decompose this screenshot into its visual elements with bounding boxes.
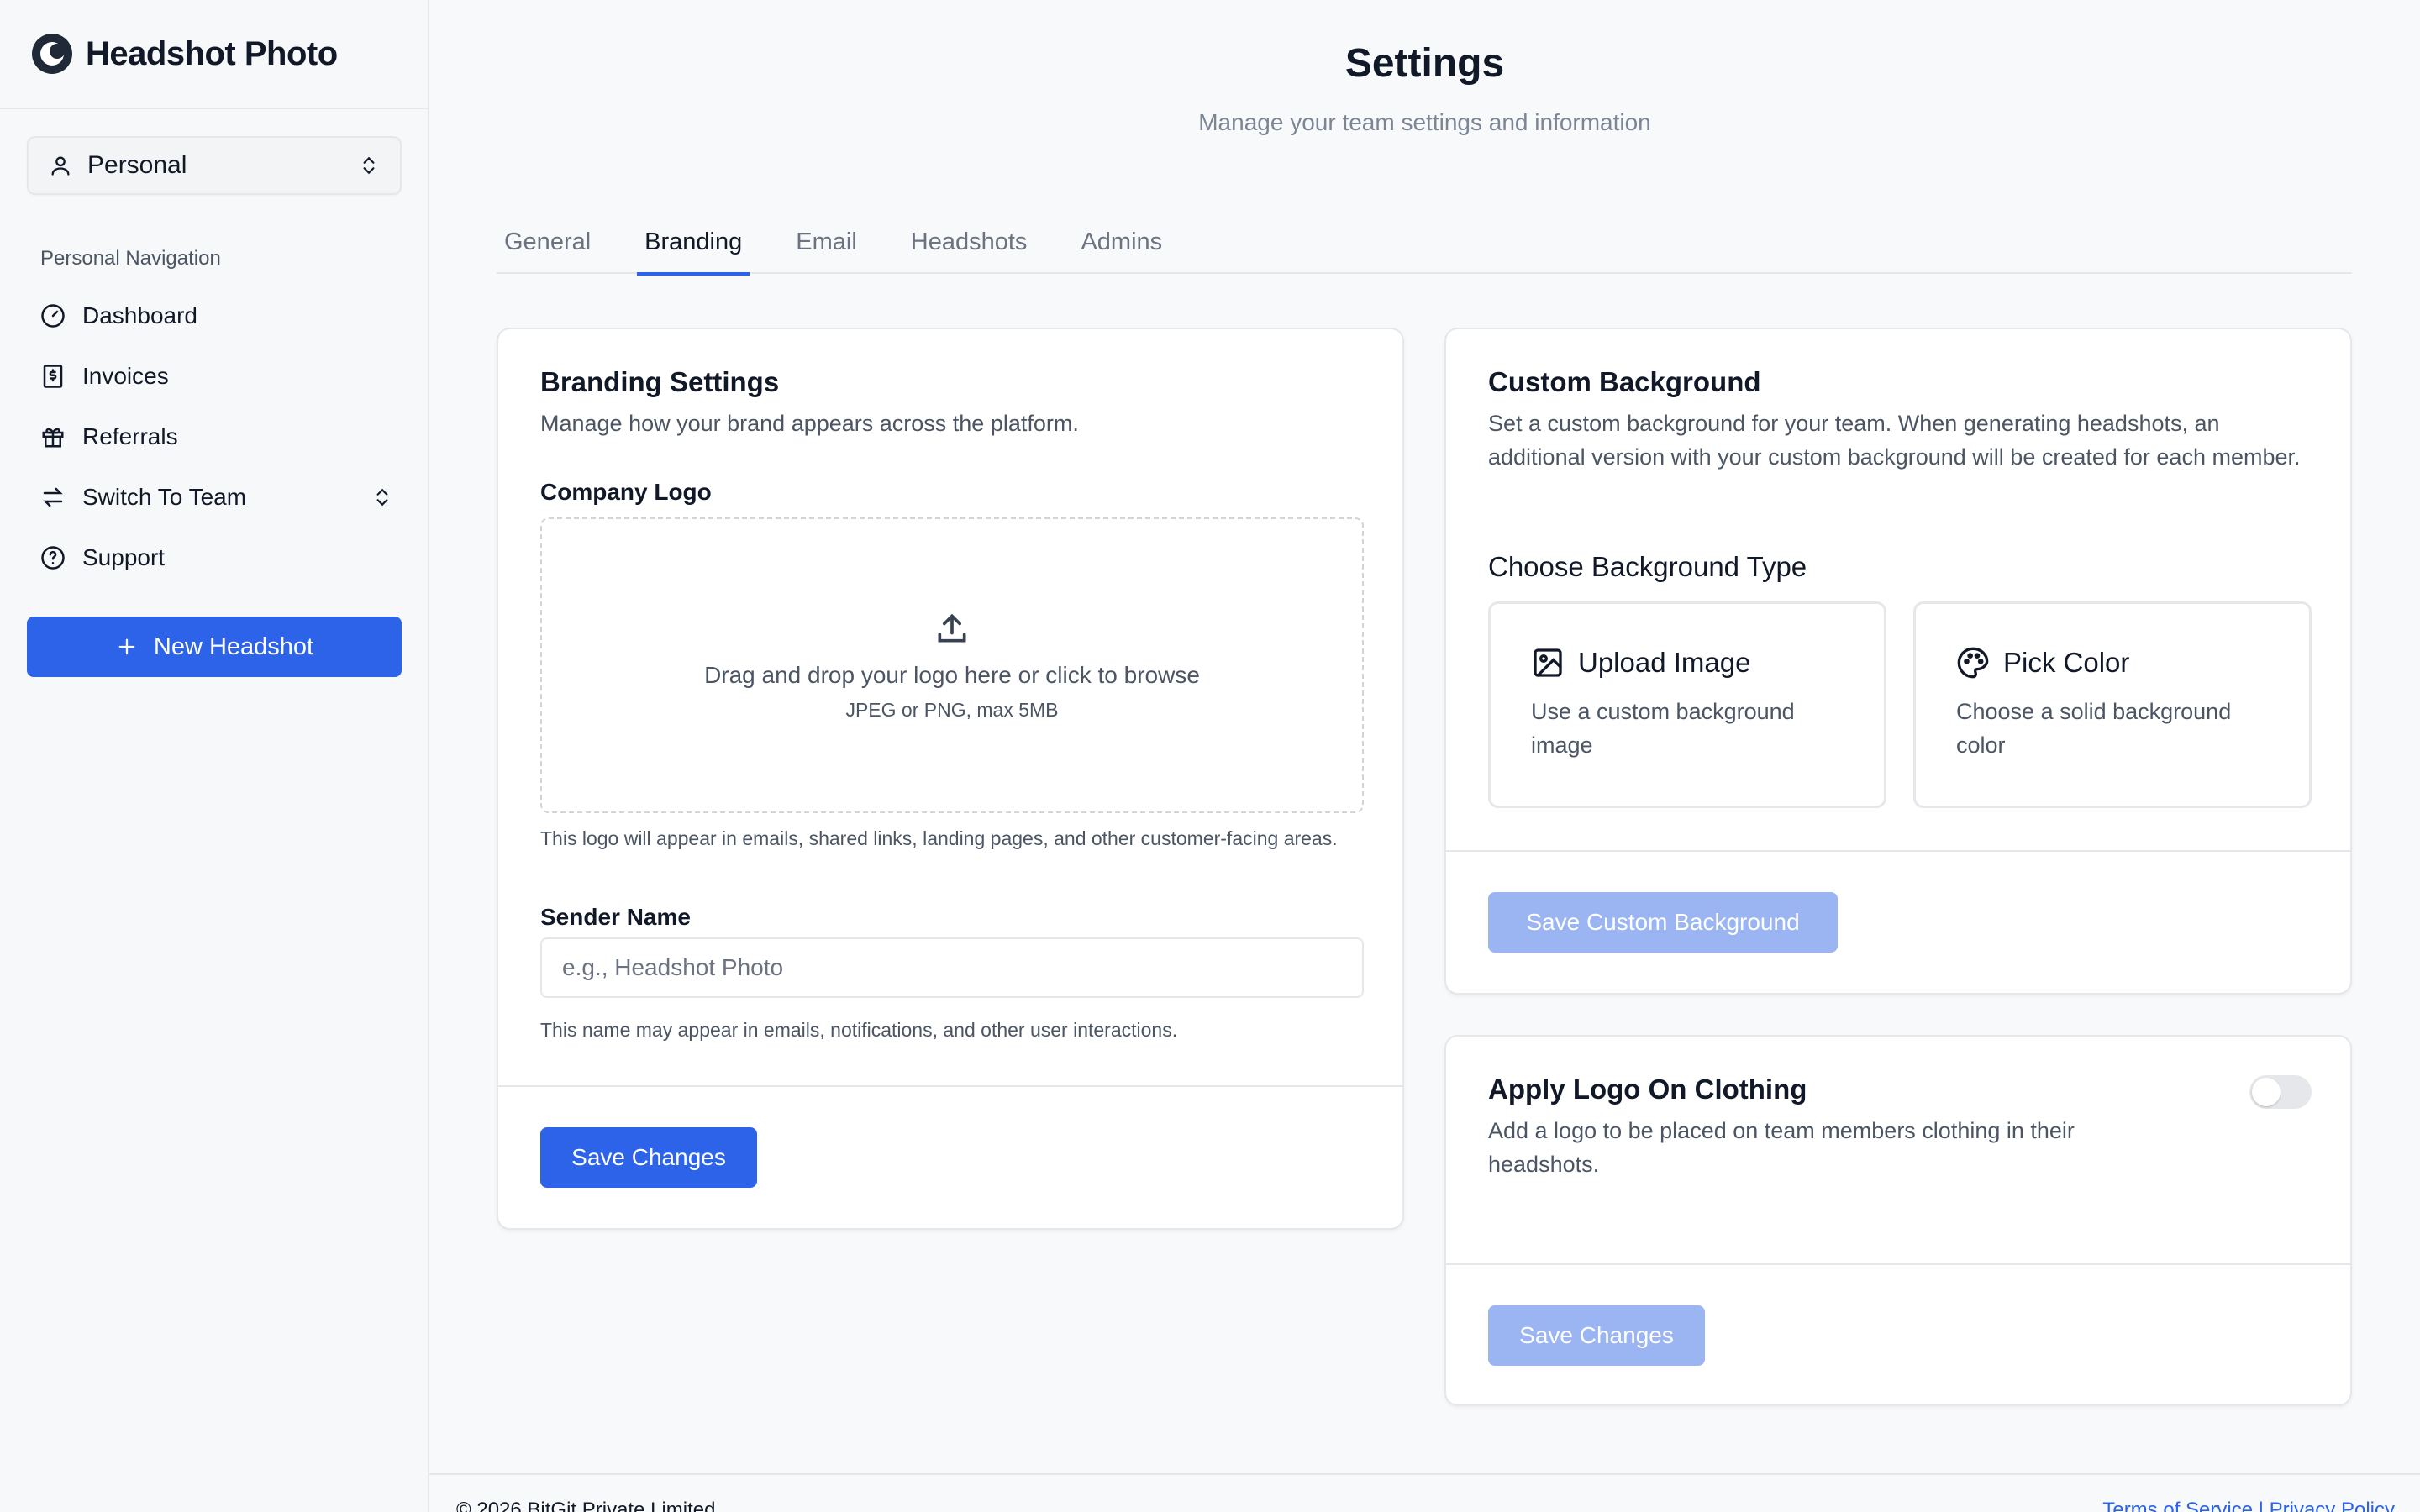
- card-divider: [1446, 1263, 2350, 1265]
- sidebar-item-switch-team[interactable]: Switch To Team: [34, 467, 403, 528]
- tab-branding[interactable]: Branding: [637, 210, 750, 276]
- sidebar-item-support[interactable]: Support: [34, 528, 403, 588]
- brand-name: Headshot Photo: [86, 34, 338, 72]
- custom-background-card: Custom Background Set a custom backgroun…: [1444, 328, 2352, 995]
- save-custom-background-button[interactable]: Save Custom Background: [1488, 892, 1838, 953]
- tab-general[interactable]: General: [497, 210, 598, 274]
- company-logo-label: Company Logo: [540, 479, 712, 505]
- gauge-icon: [41, 304, 65, 328]
- sender-name-input[interactable]: [540, 937, 1364, 998]
- tab-email[interactable]: Email: [788, 210, 865, 274]
- branding-settings-card: Branding Settings Manage how your brand …: [497, 328, 1404, 1230]
- footer-links[interactable]: Terms of Service | Privacy Policy: [2102, 1499, 2395, 1512]
- card-title: Branding Settings: [540, 366, 780, 397]
- footer: © 2026 BitGit Private Limited Terms of S…: [429, 1473, 2420, 1512]
- arrows-swap-icon: [43, 487, 63, 507]
- page-title: Settings: [1344, 41, 1505, 86]
- sidebar-item-label: Referrals: [82, 423, 178, 449]
- team-selector-label: Personal: [87, 151, 187, 179]
- dropzone-subtext: JPEG or PNG, max 5MB: [845, 698, 1059, 721]
- sidebar-item-invoices[interactable]: Invoices: [34, 346, 403, 407]
- image-icon: [1534, 648, 1562, 677]
- plus-icon: [118, 638, 135, 655]
- help-circle-icon: [41, 546, 65, 570]
- save-changes-button[interactable]: Save Changes: [1488, 1305, 1705, 1366]
- option-description: Use a custom background image: [1531, 699, 1795, 758]
- option-title: Pick Color: [2003, 647, 2130, 678]
- chevrons-up-down-icon: [376, 488, 388, 507]
- tab-headshots[interactable]: Headshots: [903, 210, 1035, 274]
- pick-color-option[interactable]: Pick Color Choose a solid background col…: [1913, 601, 2312, 808]
- chevrons-up-down-icon: [363, 156, 375, 175]
- upload-icon: [938, 613, 966, 642]
- logo-clothing-toggle[interactable]: [2249, 1075, 2312, 1109]
- receipt-icon: [43, 365, 63, 388]
- logo-hint: This logo will appear in emails, shared …: [540, 827, 1338, 849]
- card-title: Apply Logo On Clothing: [1488, 1074, 1807, 1105]
- upload-image-option[interactable]: Upload Image Use a custom background ima…: [1488, 601, 1886, 808]
- sidebar: Headshot Photo Personal Personal Navigat…: [0, 0, 429, 1512]
- logo-clothing-card: Apply Logo On Clothing Add a logo to be …: [1444, 1035, 2352, 1406]
- card-description: Add a logo to be placed on team members …: [1488, 1118, 2075, 1177]
- sidebar-nav: Dashboard Invoices Referrals Switch To T…: [34, 286, 403, 588]
- tab-admins[interactable]: Admins: [1073, 210, 1170, 274]
- main-content: Settings Manage your team settings and i…: [429, 0, 2420, 1512]
- card-description: Manage how your brand appears across the…: [540, 411, 1079, 436]
- card-title: Custom Background: [1488, 366, 1761, 397]
- palette-icon: [1957, 647, 1989, 679]
- logo-dropzone[interactable]: Drag and drop your logo here or click to…: [540, 517, 1364, 813]
- gift-icon: [42, 428, 64, 448]
- brand-header[interactable]: Headshot Photo: [0, 0, 428, 109]
- brand-logo-icon: [32, 34, 72, 74]
- nav-heading: Personal Navigation: [40, 247, 221, 270]
- option-title: Upload Image: [1578, 647, 1751, 678]
- new-headshot-label: New Headshot: [153, 633, 314, 660]
- new-headshot-button[interactable]: New Headshot: [27, 617, 402, 677]
- background-type-heading: Choose Background Type: [1488, 551, 1807, 582]
- sidebar-item-label: Dashboard: [82, 302, 197, 328]
- card-divider: [498, 1085, 1402, 1087]
- option-description: Choose a solid background color: [1956, 699, 2232, 758]
- team-selector[interactable]: Personal: [27, 136, 402, 195]
- sender-name-label: Sender Name: [540, 904, 691, 930]
- sidebar-item-referrals[interactable]: Referrals: [34, 407, 403, 467]
- settings-tabs: General Branding Email Headshots Admins: [497, 210, 2352, 276]
- dropzone-text: Drag and drop your logo here or click to…: [704, 661, 1200, 688]
- card-description: Set a custom background for your team. W…: [1488, 411, 2301, 470]
- page-subtitle: Manage your team settings and informatio…: [1198, 109, 1651, 135]
- sender-name-hint: This name may appear in emails, notifica…: [540, 1019, 1178, 1041]
- sidebar-item-label: Invoices: [82, 363, 169, 389]
- sidebar-item-label: Switch To Team: [82, 484, 247, 510]
- footer-copyright: © 2026 BitGit Private Limited: [456, 1499, 716, 1512]
- user-icon: [51, 156, 70, 176]
- sidebar-item-label: Support: [82, 544, 166, 570]
- card-divider: [1446, 850, 2350, 852]
- sidebar-item-dashboard[interactable]: Dashboard: [34, 286, 403, 346]
- save-changes-button[interactable]: Save Changes: [540, 1127, 757, 1188]
